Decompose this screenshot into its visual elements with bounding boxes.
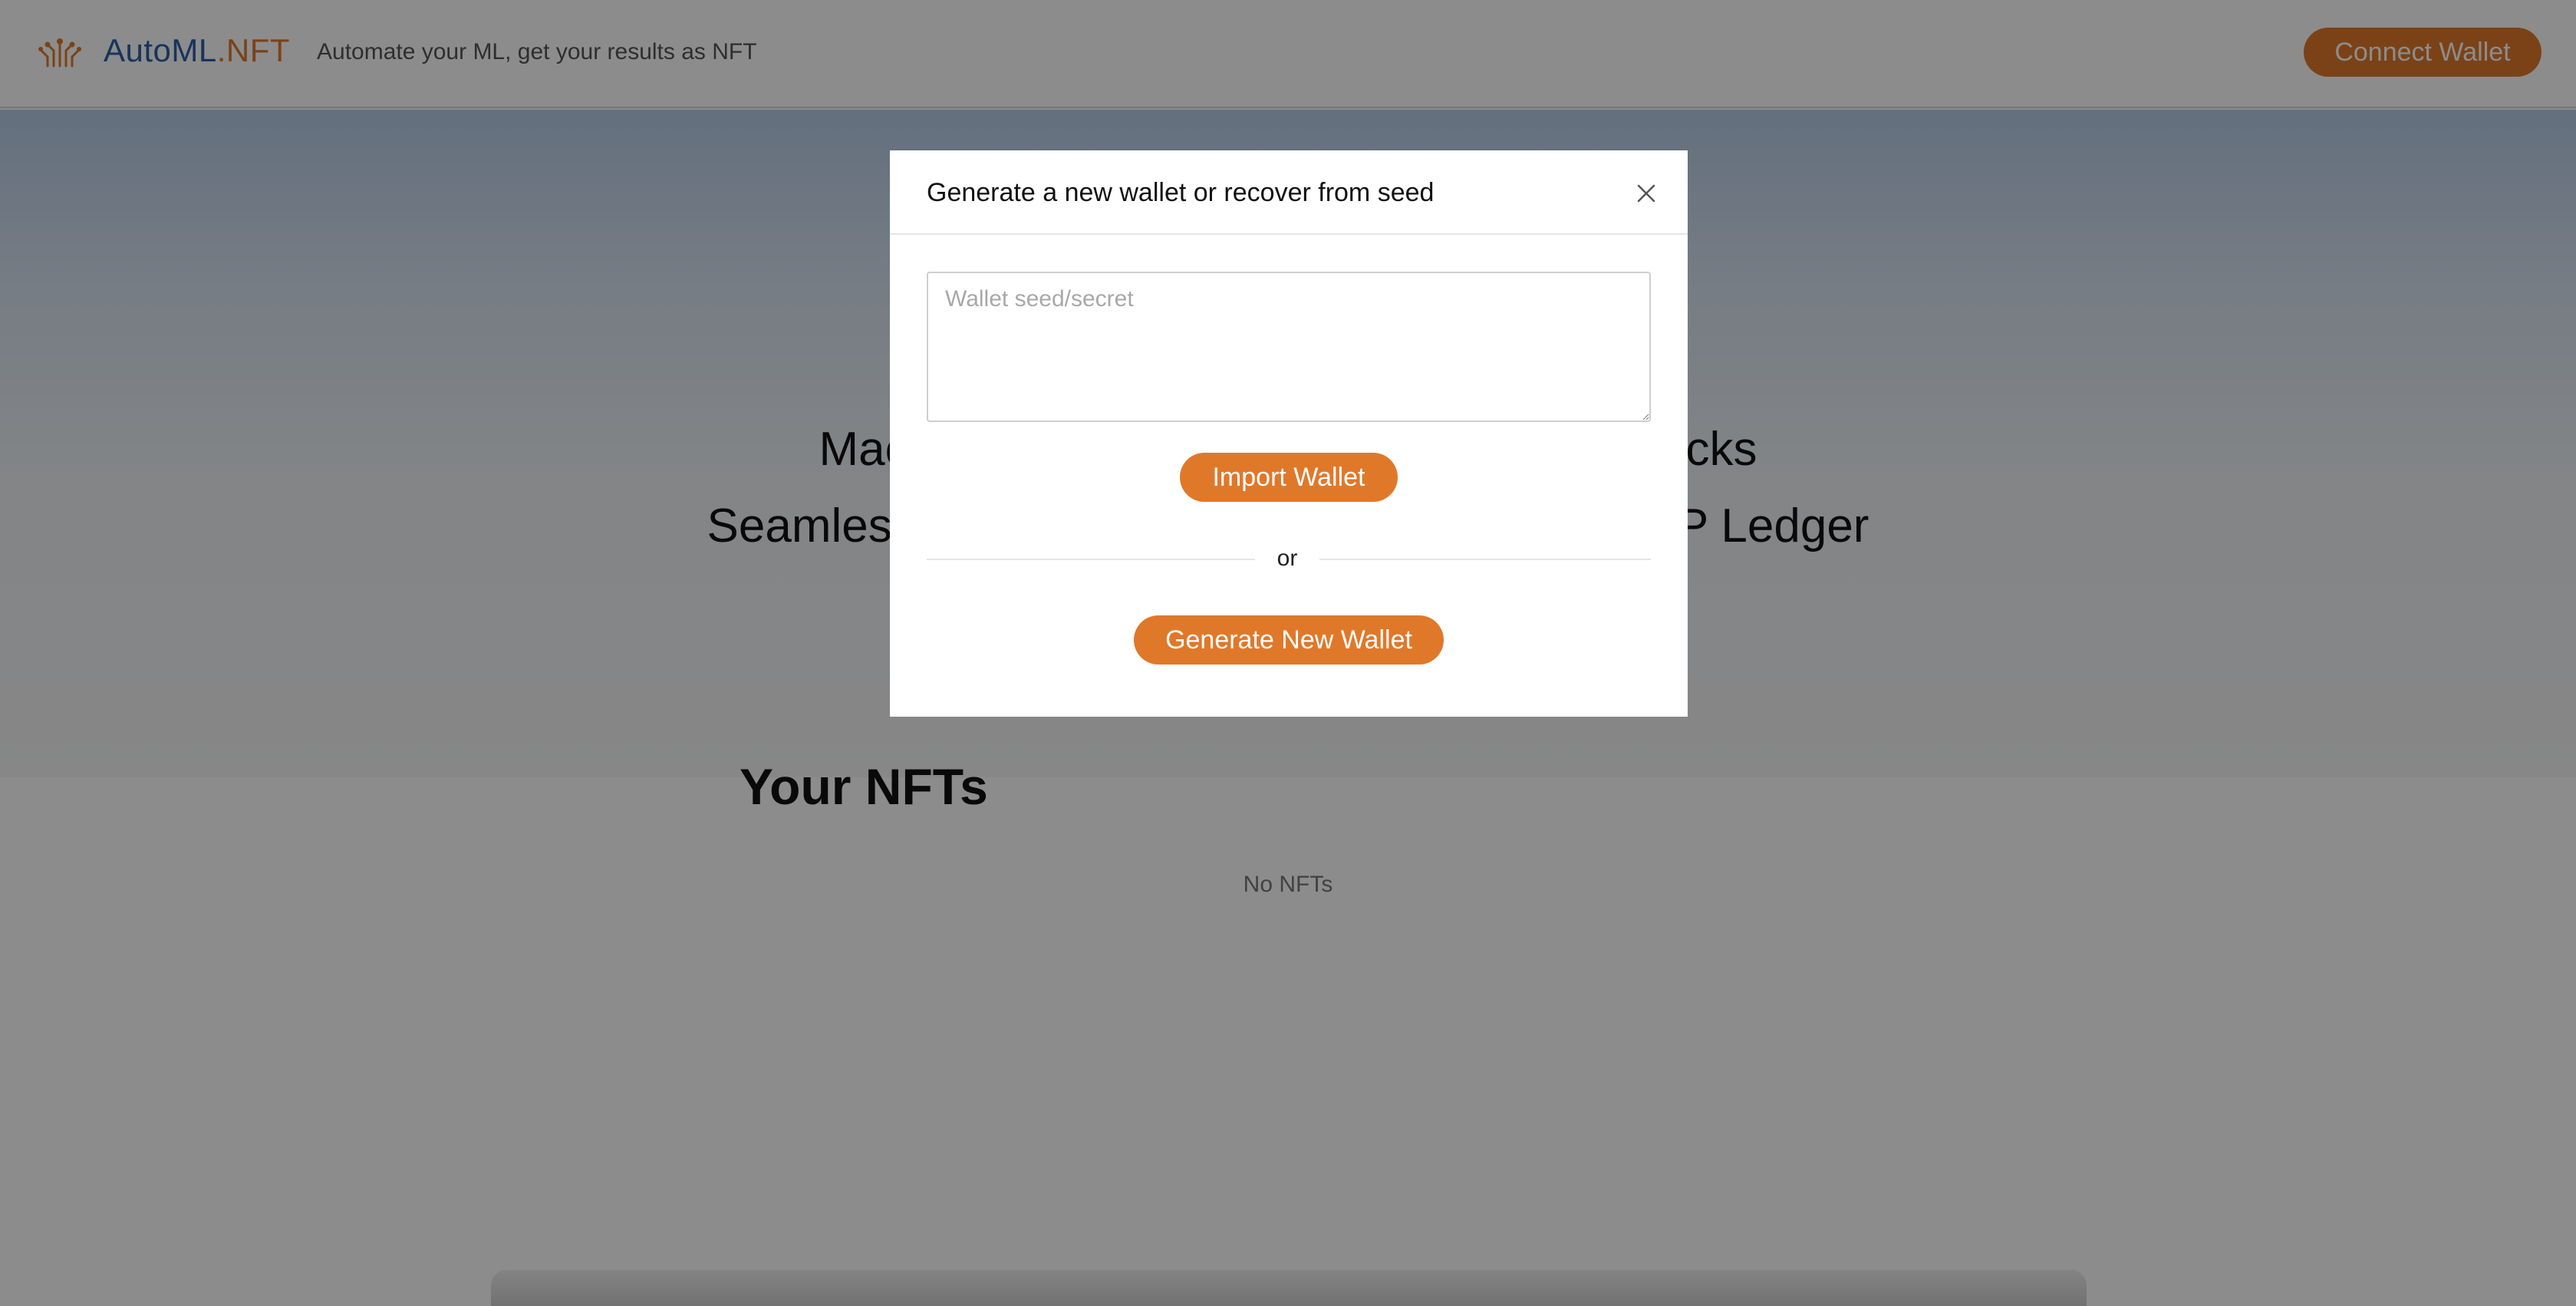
close-icon[interactable] bbox=[1631, 178, 1662, 209]
divider-line-right bbox=[1319, 559, 1651, 560]
import-wallet-button[interactable]: Import Wallet bbox=[1180, 453, 1398, 502]
wallet-modal: Generate a new wallet or recover from se… bbox=[890, 150, 1688, 717]
modal-header: Generate a new wallet or recover from se… bbox=[890, 150, 1688, 235]
divider-line-left bbox=[927, 559, 1255, 560]
wallet-seed-input[interactable] bbox=[927, 272, 1651, 422]
modal-title: Generate a new wallet or recover from se… bbox=[927, 178, 1435, 207]
divider-or-text: or bbox=[1276, 546, 1298, 571]
generate-new-wallet-button[interactable]: Generate New Wallet bbox=[1134, 615, 1444, 665]
